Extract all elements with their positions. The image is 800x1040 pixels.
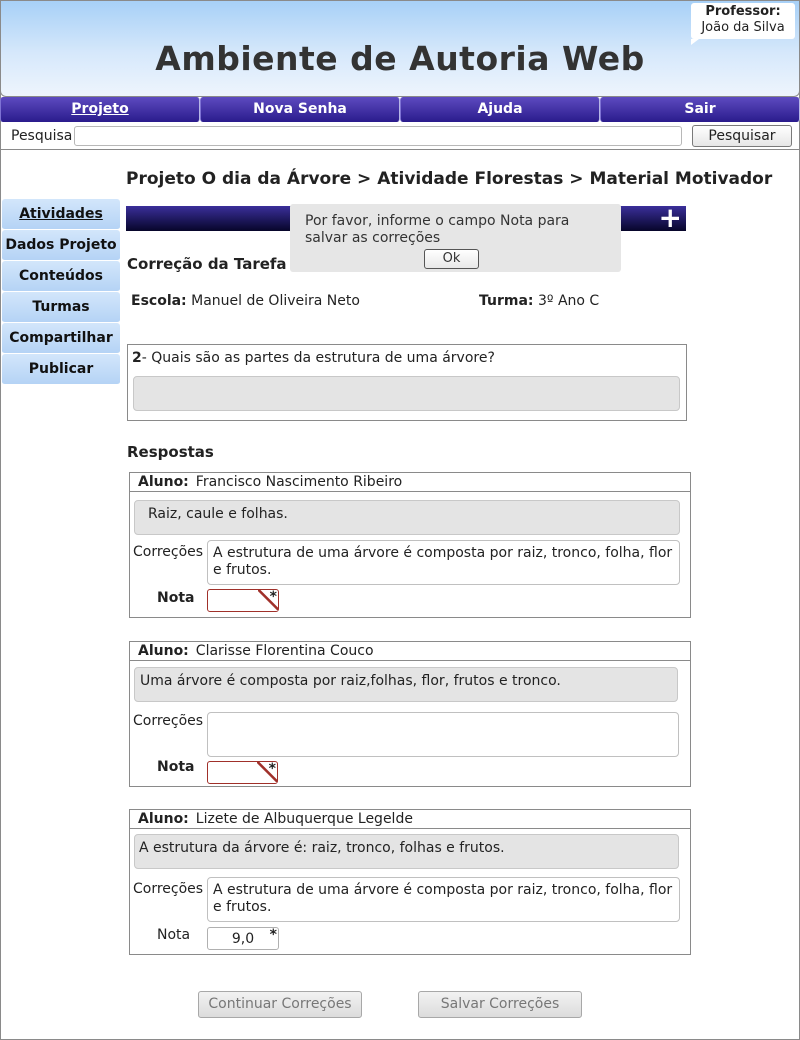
student-answer: A estrutura da árvore é: raiz, tronco, f… (134, 834, 679, 869)
required-asterisk-icon: * (269, 589, 277, 605)
continue-corrections-button[interactable]: Continuar Correções (198, 991, 362, 1018)
aluno-name: Francisco Nascimento Ribeiro (195, 474, 403, 490)
aluno-name: Lizete de Albuquerque Legelde (195, 811, 413, 827)
sidebar-item-label: Turmas (32, 299, 90, 315)
professor-badge: Professor: João da Silva (691, 3, 795, 45)
sidebar-item-conteudos[interactable]: Conteúdos (2, 261, 120, 292)
question-text: 2- Quais são as partes da estrutura de u… (132, 350, 495, 366)
plus-icon[interactable]: + (659, 204, 682, 232)
nota-field[interactable]: * (207, 761, 278, 784)
section-title: Correção da Tarefa (127, 255, 287, 273)
search-label: Pesquisa (11, 128, 73, 144)
dialog-message: Por favor, informe o campo Nota para sal… (305, 213, 570, 246)
sidebar-item-label: Conteúdos (19, 268, 103, 284)
aluno-label: Aluno: (138, 474, 189, 490)
question-answer-area (133, 376, 680, 411)
sidebar-item-turmas[interactable]: Turmas (2, 292, 120, 323)
escola-label: Escola: (131, 293, 187, 309)
answer-header: Aluno: Clarisse Florentina Couco (130, 642, 690, 661)
app-header: Ambiente de Autoria Web Professor: João … (0, 0, 800, 97)
correcoes-label: Correções (133, 881, 204, 897)
sidebar-item-atividades[interactable]: Atividades (2, 199, 120, 230)
aluno-label: Aluno: (138, 811, 189, 827)
sidebar-item-compartilhar[interactable]: Compartilhar (2, 323, 120, 354)
sidebar-item-label: Atividades (19, 206, 103, 222)
nav-nova-senha-label: Nova Senha (253, 101, 347, 117)
answer-header: Aluno: Francisco Nascimento Ribeiro (130, 473, 690, 492)
student-answer: Raiz, caule e folhas. (134, 500, 680, 535)
correcoes-field[interactable]: A estrutura de uma árvore é composta por… (207, 877, 680, 922)
answer-card: Aluno: Francisco Nascimento Ribeiro Raiz,… (129, 472, 691, 618)
correcoes-field[interactable] (207, 712, 679, 757)
question-label: - Quais são as partes da estrutura de um… (141, 350, 495, 366)
student-answer: Uma árvore é composta por raiz,folhas, f… (134, 667, 678, 702)
nav-ajuda[interactable]: Ajuda (400, 97, 600, 122)
nota-value: 9,0 (231, 931, 255, 947)
aluno-label: Aluno: (138, 643, 189, 659)
search-bar: Pesquisa Pesquisar (0, 122, 800, 150)
nav-sair-label: Sair (684, 101, 716, 117)
sidebar-item-label: Compartilhar (9, 330, 113, 346)
sidebar-item-publicar[interactable]: Publicar (2, 354, 120, 385)
answer-card: Aluno: Lizete de Albuquerque Legelde A es… (129, 809, 691, 955)
turma-info: Turma: 3º Ano C (479, 293, 599, 309)
correcoes-field[interactable]: A estrutura de uma árvore é composta por… (207, 540, 680, 585)
alert-dialog: Por favor, informe o campo Nota para sal… (290, 204, 621, 272)
sidebar: Atividades Dados Projeto Conteúdos Turma… (2, 199, 120, 385)
save-corrections-button[interactable]: Salvar Correções (418, 991, 582, 1018)
professor-name: João da Silva (701, 20, 785, 35)
main-nav: Projeto Nova Senha Ajuda Sair (0, 97, 800, 122)
turma-label: Turma: (479, 293, 534, 309)
respostas-title: Respostas (127, 443, 214, 461)
escola-info: Escola: Manuel de Oliveira Neto (131, 293, 360, 309)
answer-card: Aluno: Clarisse Florentina Couco Uma árvo… (129, 641, 691, 787)
nota-field[interactable]: * (207, 589, 279, 612)
search-input[interactable] (74, 126, 682, 146)
nav-projeto[interactable]: Projeto (0, 97, 200, 122)
dialog-ok-button[interactable]: Ok (424, 249, 479, 269)
turma-value: 3º Ano C (537, 293, 600, 309)
app-title: Ambiente de Autoria Web (155, 39, 645, 78)
question-number: 2 (132, 350, 142, 366)
required-asterisk-icon: * (268, 761, 276, 777)
nav-nova-senha[interactable]: Nova Senha (200, 97, 400, 122)
escola-value: Manuel de Oliveira Neto (191, 293, 360, 309)
nav-projeto-label: Projeto (71, 101, 129, 117)
sidebar-item-label: Publicar (28, 361, 94, 377)
nota-label: Nota (157, 590, 195, 606)
search-button[interactable]: Pesquisar (692, 125, 792, 147)
answer-header: Aluno: Lizete de Albuquerque Legelde (130, 810, 690, 829)
sidebar-item-label: Dados Projeto (5, 237, 117, 253)
nav-ajuda-label: Ajuda (477, 101, 523, 117)
nota-field[interactable]: 9,0 * (207, 927, 279, 950)
badge-corner (691, 39, 699, 45)
required-asterisk-icon: * (269, 927, 277, 943)
correcoes-label: Correções (133, 544, 204, 560)
breadcrumb: Projeto O dia da Árvore > Atividade Flor… (126, 169, 773, 189)
professor-label: Professor: (705, 4, 781, 19)
aluno-name: Clarisse Florentina Couco (195, 643, 374, 659)
sidebar-item-dados-projeto[interactable]: Dados Projeto (2, 230, 120, 261)
nav-sair[interactable]: Sair (600, 97, 800, 122)
question-box: 2- Quais são as partes da estrutura de u… (127, 344, 687, 421)
nota-label: Nota (157, 927, 191, 943)
nota-label: Nota (157, 759, 195, 775)
correcoes-label: Correções (133, 713, 204, 729)
